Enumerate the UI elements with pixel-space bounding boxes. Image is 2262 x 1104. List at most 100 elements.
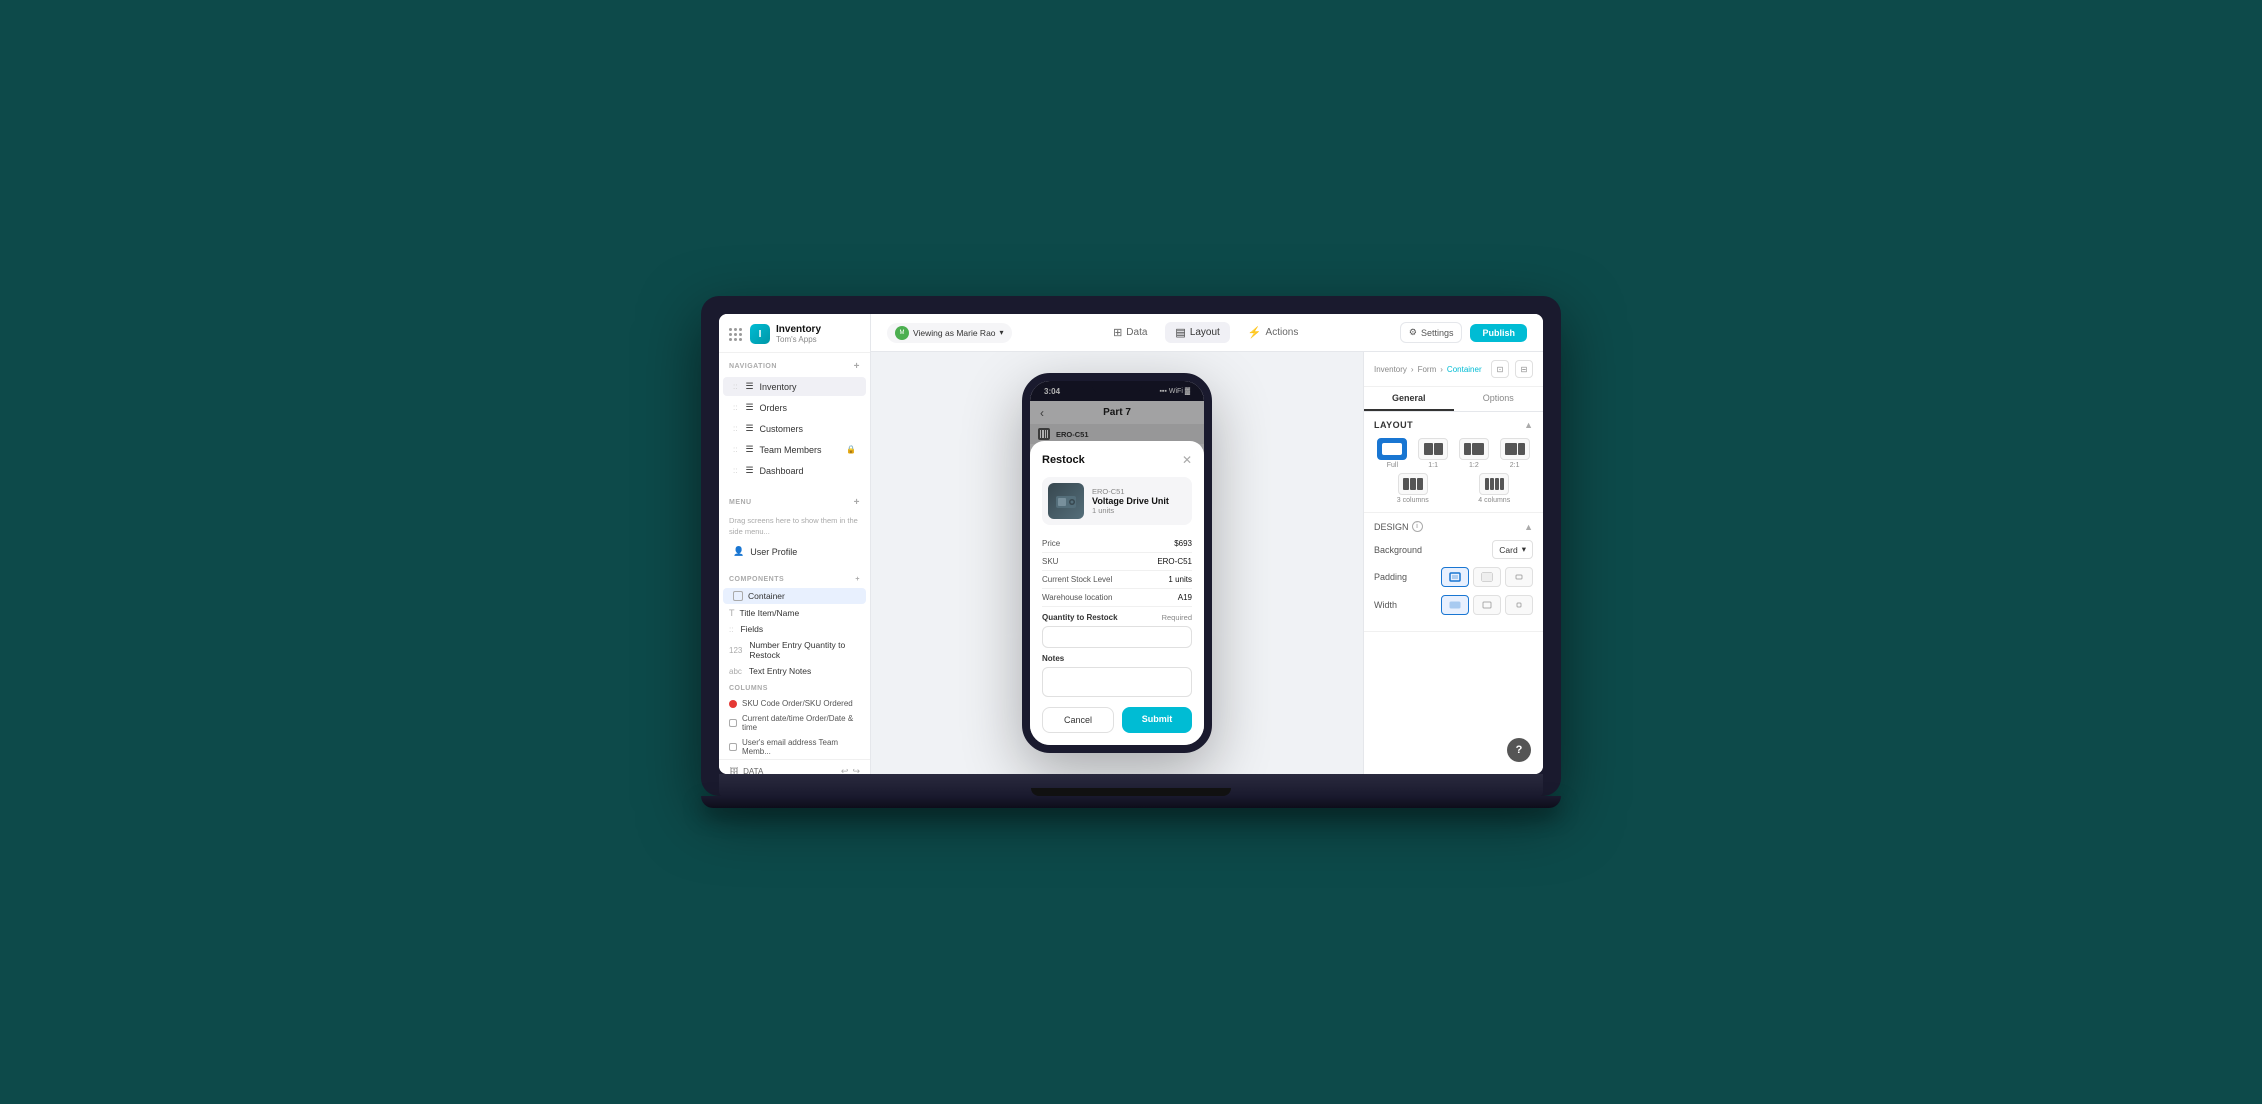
copy-icon[interactable]: ⊡ (1491, 360, 1509, 378)
title-icon: T (729, 608, 735, 618)
component-number-entry[interactable]: 123 Number Entry Quantity to Restock (719, 637, 870, 663)
drag-handle: :: (733, 403, 737, 412)
padding-label: Padding (1374, 572, 1407, 582)
container-icon (733, 591, 743, 601)
component-label-fields: Fields (740, 624, 763, 634)
padding-option-1[interactable] (1441, 567, 1469, 587)
width-option-1[interactable] (1441, 595, 1469, 615)
tab-layout[interactable]: ▤ Layout (1165, 322, 1229, 343)
laptop-base (719, 774, 1543, 796)
drag-handle: :: (733, 466, 737, 475)
tab-general[interactable]: General (1364, 387, 1454, 411)
tab-actions[interactable]: ⚡ Actions (1238, 322, 1309, 343)
layout-4col[interactable]: 4 columns (1456, 473, 1534, 504)
app-name: Inventory (776, 324, 821, 335)
sidebar-item-user-profile[interactable]: 👤 User Profile (723, 542, 866, 561)
width-label: Width (1374, 600, 1397, 610)
notes-input[interactable] (1042, 667, 1192, 697)
modal-actions: Cancel Submit (1042, 707, 1192, 733)
warehouse-value: A19 (1178, 593, 1192, 602)
phone-mockup: 3:04 ▪▪▪ WiFi ▓ ‹ Part 7 (1022, 373, 1212, 753)
phone-item-card: ERO-C51 Voltage Drive Unit 1 units (1042, 477, 1192, 525)
submit-button[interactable]: Submit (1122, 707, 1192, 733)
main-content: M Viewing as Marie Rao ▾ ⊞ Data ▤ (871, 314, 1543, 774)
field-row-sku: SKU ERO-C51 (1042, 553, 1192, 571)
menu-label: MENU + (719, 489, 870, 512)
width-options (1441, 595, 1533, 615)
quantity-field: Quantity to Restock Required (1042, 613, 1192, 648)
sidebar-item-orders[interactable]: :: ☰ Orders (723, 398, 866, 417)
background-dropdown[interactable]: Card ▾ (1492, 540, 1533, 559)
drag-handle: :: (733, 445, 737, 454)
design-collapse-icon[interactable]: ▲ (1524, 522, 1533, 532)
viewing-pill: M Viewing as Marie Rao ▾ (887, 323, 1012, 343)
email-icon (729, 743, 737, 751)
layout-11[interactable]: 1:1 (1415, 438, 1452, 469)
sidebar-item-dashboard[interactable]: :: ☰ Dashboard (723, 461, 866, 480)
warehouse-label: Warehouse location (1042, 593, 1112, 602)
nav-icon-dashboard: ☰ (745, 465, 753, 476)
sidebar-item-team-members[interactable]: :: ☰ Team Members 🔒 (723, 440, 866, 459)
sidebar-item-customers[interactable]: :: ☰ Customers (723, 419, 866, 438)
component-fields[interactable]: :: Fields (719, 621, 870, 637)
layout-12[interactable]: 1:2 (1456, 438, 1493, 469)
padding-option-3[interactable] (1505, 567, 1533, 587)
column-email[interactable]: User's email address Team Memb... (719, 735, 870, 759)
column-label-email: User's email address Team Memb... (742, 738, 860, 756)
layout-21-box (1500, 438, 1530, 460)
undo-icon[interactable]: ↩ (841, 766, 849, 774)
nav-label-user-profile: User Profile (750, 547, 797, 557)
cancel-button[interactable]: Cancel (1042, 707, 1114, 733)
viewing-label: Viewing as Marie Rao (913, 328, 996, 338)
layout-full[interactable]: Full (1374, 438, 1411, 469)
component-label-container: Container (748, 591, 785, 601)
nav-icon-orders: ☰ (745, 402, 753, 413)
item-name: Voltage Drive Unit (1092, 496, 1186, 506)
price-label: Price (1042, 539, 1060, 548)
collapse-icon[interactable]: ▲ (1524, 420, 1533, 430)
sidebar-item-inventory[interactable]: :: ☰ Inventory (723, 377, 866, 396)
layout-3col[interactable]: 3 columns (1374, 473, 1452, 504)
layout-21[interactable]: 2:1 (1496, 438, 1533, 469)
app-logo: I (750, 324, 770, 344)
layout-tab-icon: ▤ (1175, 326, 1185, 339)
sidebar-bottom: 🗄 DATA ↩ ↪ (719, 759, 870, 774)
number-icon: 123 (729, 646, 742, 655)
modal-close-button[interactable]: ✕ (1182, 453, 1192, 467)
add-component-button[interactable]: + (855, 576, 860, 583)
background-row: Background Card ▾ (1374, 540, 1533, 559)
width-option-3[interactable] (1505, 595, 1533, 615)
nav-label-inventory: Inventory (760, 382, 797, 392)
component-text-entry[interactable]: abc Text Entry Notes (719, 663, 870, 679)
tab-options[interactable]: Options (1454, 387, 1544, 411)
publish-button[interactable]: Publish (1470, 324, 1527, 342)
item-sku: ERO-C51 (1092, 487, 1186, 496)
tab-actions-label: Actions (1266, 327, 1299, 338)
background-value: Card (1499, 545, 1517, 555)
right-panel: Inventory › Form › Container ⊡ ⊟ (1363, 352, 1543, 774)
background-label: Background (1374, 545, 1422, 555)
column-sku[interactable]: SKU Code Order/SKU Ordered (719, 696, 870, 711)
design-section-header: DESIGN i ▲ (1374, 521, 1533, 532)
padding-option-2[interactable] (1473, 567, 1501, 587)
redo-icon[interactable]: ↪ (852, 766, 860, 774)
drag-handle: :: (733, 382, 737, 391)
breadcrumb: Inventory › Form › Container ⊡ ⊟ (1364, 352, 1543, 387)
settings-button[interactable]: ⚙ Settings (1400, 322, 1463, 343)
add-menu-button[interactable]: + (854, 497, 860, 508)
nav-icon-team: ☰ (745, 444, 753, 455)
component-title[interactable]: T Title Item/Name (719, 605, 870, 621)
delete-icon[interactable]: ⊟ (1515, 360, 1533, 378)
breadcrumb-container: Container (1447, 365, 1482, 374)
component-container[interactable]: Container (723, 588, 866, 604)
help-button[interactable]: ? (1507, 738, 1531, 762)
laptop-foot (701, 796, 1561, 808)
add-navigation-button[interactable]: + (854, 361, 860, 372)
layout-section-header: LAYOUT ▲ (1374, 420, 1533, 430)
quantity-input[interactable] (1042, 626, 1192, 648)
column-datetime[interactable]: Current date/time Order/Date & time (719, 711, 870, 735)
tab-data[interactable]: ⊞ Data (1103, 322, 1157, 343)
nav-label-team: Team Members (760, 445, 822, 455)
full-bar (1382, 443, 1402, 455)
width-option-2[interactable] (1473, 595, 1501, 615)
